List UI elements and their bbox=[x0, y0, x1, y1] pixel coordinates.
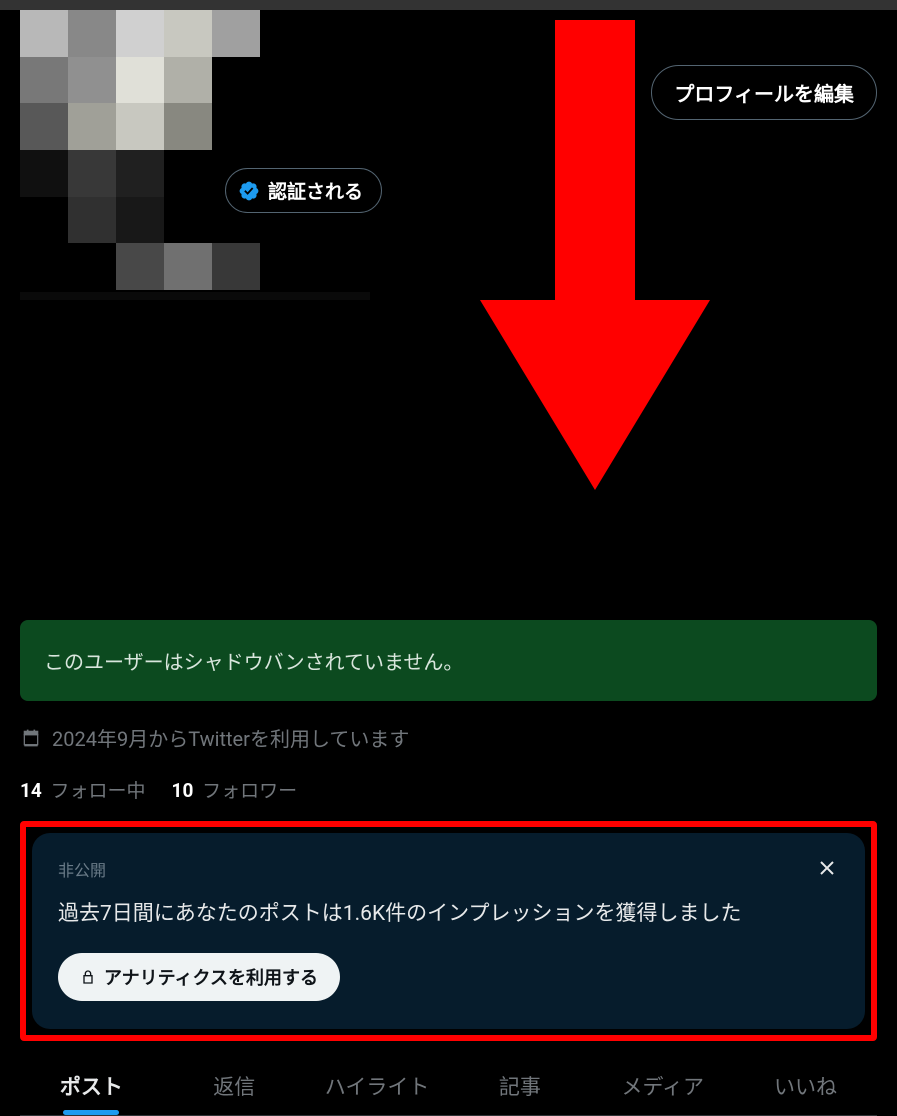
profile-tabs: ポスト 返信 ハイライト 記事 メディア いいね bbox=[20, 1053, 877, 1116]
verified-badge-icon bbox=[238, 180, 260, 202]
analytics-impressions-text: 過去7日間にあなたのポストは1.6K件のインプレッションを獲得しました bbox=[58, 899, 839, 931]
following-link[interactable]: 14 フォロー中 bbox=[20, 776, 146, 803]
analytics-close-button[interactable] bbox=[809, 853, 845, 889]
shadowban-status-banner: このユーザーはシャドウバンされていません。 bbox=[20, 620, 877, 701]
join-date-row: 2024年9月からTwitterを利用しています bbox=[20, 723, 877, 752]
following-count: 14 bbox=[20, 779, 42, 802]
lock-icon bbox=[80, 969, 96, 985]
edit-profile-button[interactable]: プロフィールを編集 bbox=[651, 65, 877, 120]
followers-link[interactable]: 10 フォロワー bbox=[172, 776, 298, 803]
analytics-card: 非公開 過去7日間にあなたのポストは1.6K件のインプレッションを獲得しました … bbox=[32, 833, 865, 1029]
close-icon bbox=[815, 856, 839, 887]
shadowban-message: このユーザーはシャドウバンされていません。 bbox=[44, 650, 463, 674]
follow-stats: 14 フォロー中 10 フォロワー bbox=[20, 776, 877, 803]
tab-highlights[interactable]: ハイライト bbox=[306, 1053, 449, 1115]
analytics-button-label: アナリティクスを利用する bbox=[104, 964, 318, 990]
tab-media[interactable]: メディア bbox=[591, 1053, 734, 1115]
analytics-button[interactable]: アナリティクスを利用する bbox=[58, 953, 340, 1001]
following-label: フォロー中 bbox=[51, 779, 146, 802]
calendar-icon bbox=[20, 727, 42, 749]
pixelated-avatar bbox=[20, 10, 260, 290]
followers-label: フォロワー bbox=[202, 779, 297, 802]
tab-articles[interactable]: 記事 bbox=[448, 1053, 591, 1115]
verify-label: 認証される bbox=[268, 177, 363, 204]
highlight-annotation-box: 非公開 過去7日間にあなたのポストは1.6K件のインプレッションを獲得しました … bbox=[20, 821, 877, 1041]
tab-replies[interactable]: 返信 bbox=[163, 1053, 306, 1115]
join-date-text: 2024年9月からTwitterを利用しています bbox=[52, 723, 409, 752]
analytics-private-label: 非公開 bbox=[58, 857, 839, 881]
tab-likes[interactable]: いいね bbox=[734, 1053, 877, 1115]
avatar-area bbox=[20, 10, 260, 290]
tab-posts[interactable]: ポスト bbox=[20, 1053, 163, 1115]
get-verified-button[interactable]: 認証される bbox=[225, 168, 382, 213]
followers-count: 10 bbox=[172, 779, 194, 802]
header-bar bbox=[0, 0, 897, 10]
username-redacted-bar bbox=[20, 292, 370, 300]
profile-section: プロフィールを編集 認証される このユーザーはシャドウバンされていません。 20… bbox=[0, 10, 897, 1116]
